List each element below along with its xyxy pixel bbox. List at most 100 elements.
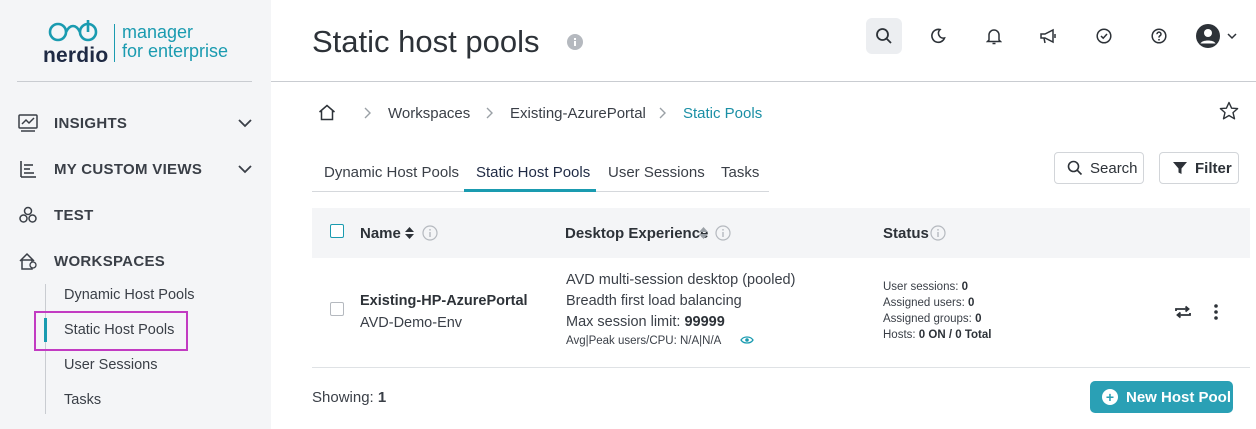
new-host-pool-label: New Host Pool — [1126, 388, 1232, 406]
info-icon[interactable] — [930, 225, 946, 241]
check-circle-icon — [1096, 28, 1112, 44]
column-header-name[interactable]: Name — [360, 225, 401, 242]
max-session-limit-value: 99999 — [684, 314, 725, 330]
info-icon[interactable] — [422, 225, 438, 241]
status-user-sessions-value: 0 — [961, 281, 969, 293]
dark-mode-button[interactable] — [920, 18, 956, 54]
sidebar-subitem-dynamic-host-pools[interactable]: Dynamic Host Pools — [64, 287, 195, 303]
tab-dynamic-host-pools[interactable]: Dynamic Host Pools — [324, 164, 459, 181]
workspaces-icon — [17, 250, 39, 272]
sidebar-item-insights[interactable]: INSIGHTS — [17, 108, 257, 138]
logo-product-line1: manager — [122, 22, 194, 42]
info-icon[interactable] — [715, 225, 731, 241]
load-balancing: Breadth first load balancing — [566, 293, 742, 309]
chevron-down-icon — [1227, 33, 1237, 40]
bell-icon — [986, 28, 1002, 44]
max-session-limit: Max session limit: 99999 — [566, 314, 725, 330]
table-header — [312, 208, 1250, 258]
sidebar-item-workspaces[interactable]: WORKSPACES — [17, 246, 257, 276]
status-user-sessions: User sessions: 0 — [883, 281, 968, 293]
help-button[interactable] — [1141, 18, 1177, 54]
info-icon[interactable] — [567, 34, 583, 50]
max-session-limit-label: Max session limit: — [566, 314, 685, 330]
sidebar-item-custom-views[interactable]: MY CUSTOM VIEWS — [17, 154, 257, 184]
status-assigned-groups-label: Assigned groups: — [883, 313, 976, 325]
status-assigned-users-value: 0 — [968, 297, 975, 309]
chevron-down-icon[interactable] — [237, 115, 253, 131]
logo-product-line2: for enterprise — [122, 41, 229, 61]
status-user-sessions-label: User sessions: — [883, 281, 962, 293]
moon-icon — [931, 28, 946, 44]
status-assigned-groups: Assigned groups: 0 — [883, 313, 981, 325]
tab-tasks[interactable]: Tasks — [721, 164, 759, 181]
select-all-checkbox[interactable] — [330, 224, 344, 238]
sidebar-item-label: TEST — [54, 206, 94, 224]
chevron-down-icon[interactable] — [237, 161, 253, 177]
column-header-desktop-experience[interactable]: Desktop Experience — [565, 225, 708, 242]
status-assigned-users-label: Assigned users: — [883, 297, 969, 309]
tasks-status-button[interactable] — [1086, 18, 1122, 54]
status-hosts: Hosts: 0 ON / 0 Total — [883, 329, 991, 341]
megaphone-icon — [1040, 28, 1056, 44]
user-menu-button[interactable] — [1192, 18, 1242, 54]
status-assigned-groups-value: 0 — [975, 313, 982, 325]
logo-product-text: manager for enterprise — [122, 23, 228, 61]
star-icon[interactable] — [1219, 101, 1239, 121]
tab-static-host-pools[interactable]: Static Host Pools — [476, 164, 590, 181]
plus-icon: + — [1102, 389, 1118, 405]
status-hosts-label: Hosts: — [883, 329, 919, 341]
nerdio-logo[interactable]: nerdio manager for enterprise — [40, 14, 240, 67]
new-host-pool-button[interactable]: + New Host Pool — [1090, 381, 1233, 413]
host-pool-workspace: AVD-Demo-Env — [360, 315, 463, 331]
usage-stats: Avg|Peak users/CPU: N/A|N/A — [566, 335, 722, 347]
row-checkbox[interactable] — [330, 302, 344, 316]
announcements-button[interactable] — [1030, 18, 1066, 54]
showing-label: Showing: — [312, 389, 378, 406]
sidebar: nerdio manager for enterprise INSIGHTS M… — [0, 0, 271, 429]
sidebar-item-test[interactable]: TEST — [17, 200, 257, 230]
logo-brand-text: nerdio — [43, 44, 109, 67]
breadcrumb-workspaces[interactable]: Workspaces — [388, 105, 470, 122]
status-hosts-value: 0 ON / 0 Total — [918, 329, 992, 341]
breadcrumb-workspace[interactable]: Existing-AzurePortal — [510, 105, 646, 122]
filter-button-label: Filter — [1195, 159, 1232, 177]
sort-icon[interactable] — [404, 226, 415, 240]
host-pool-name[interactable]: Existing-HP-AzurePortal — [360, 293, 528, 309]
showing-value: 1 — [377, 389, 387, 406]
search-icon — [1067, 160, 1083, 176]
home-icon[interactable] — [318, 104, 336, 121]
help-icon — [1151, 28, 1167, 44]
refresh-icon[interactable] — [1173, 305, 1193, 319]
logo-divider — [114, 24, 115, 62]
user-avatar-icon — [1196, 24, 1220, 48]
search-icon — [876, 28, 892, 44]
tab-active-indicator — [464, 189, 596, 192]
desktop-type: AVD multi-session desktop (pooled) — [566, 272, 796, 288]
sidebar-subitem-user-sessions[interactable]: User Sessions — [64, 357, 157, 373]
page-title: Static host pools — [312, 24, 540, 59]
chevron-right-icon — [659, 107, 666, 119]
sort-icon[interactable] — [698, 226, 709, 240]
showing-count: Showing: 1 — [312, 389, 386, 406]
nerdio-logo-mark-icon — [48, 20, 98, 42]
column-header-status: Status — [883, 225, 929, 242]
search-button[interactable]: Search — [1054, 152, 1144, 184]
filter-icon — [1173, 162, 1187, 174]
row-divider — [312, 367, 1250, 368]
chevron-right-icon — [364, 107, 371, 119]
sidebar-divider — [17, 81, 252, 82]
test-icon — [17, 204, 39, 226]
breadcrumb-current: Static Pools — [683, 105, 763, 122]
sidebar-item-label: INSIGHTS — [54, 114, 128, 132]
filter-button[interactable]: Filter — [1159, 152, 1239, 184]
chevron-right-icon — [486, 107, 493, 119]
sidebar-subitem-tasks[interactable]: Tasks — [64, 392, 101, 408]
eye-icon[interactable] — [740, 335, 754, 345]
search-button-label: Search — [1090, 159, 1138, 177]
custom-views-icon — [17, 158, 39, 180]
header-search-button[interactable] — [866, 18, 902, 54]
more-options-icon[interactable] — [1212, 303, 1220, 321]
sidebar-item-label: MY CUSTOM VIEWS — [54, 160, 203, 178]
notifications-button[interactable] — [976, 18, 1012, 54]
tab-user-sessions[interactable]: User Sessions — [608, 164, 705, 181]
